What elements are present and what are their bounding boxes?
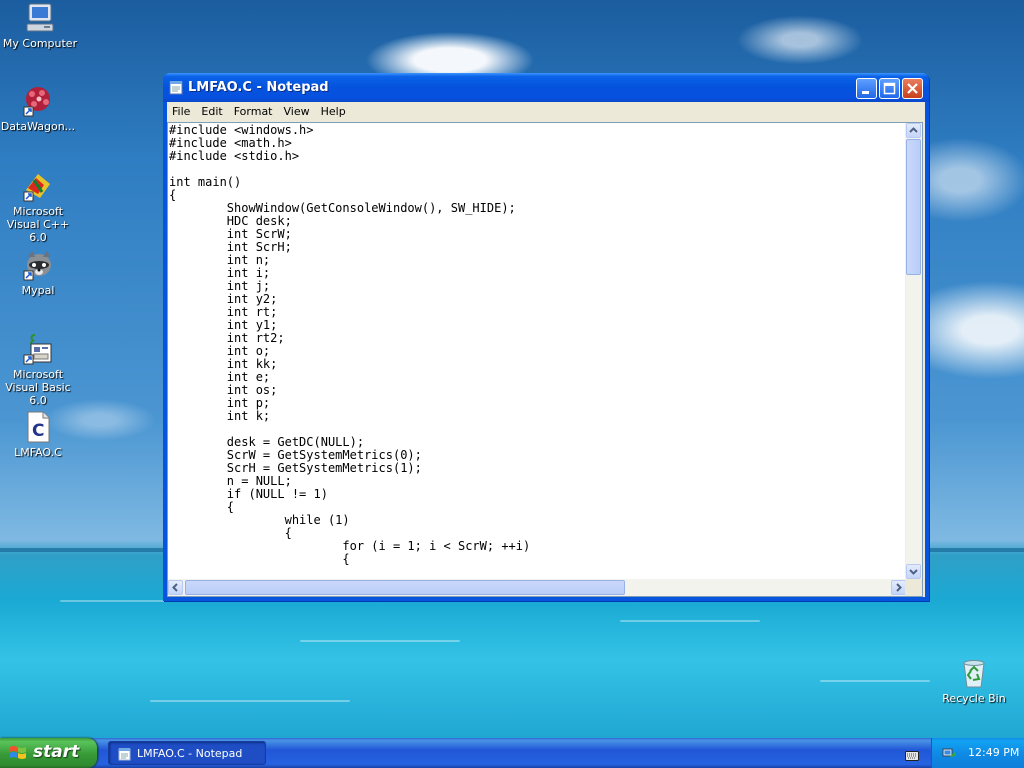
chevron-right-icon: [896, 583, 902, 592]
minimize-icon: [862, 91, 869, 94]
desktop-icon-label: Mypal: [21, 284, 55, 297]
maximize-icon: [883, 82, 896, 95]
code-text[interactable]: #include <windows.h> #include <math.h> #…: [169, 124, 530, 566]
desktop-icon-my-computer[interactable]: My Computer: [0, 2, 80, 50]
mypal-icon: [22, 249, 54, 281]
menu-help[interactable]: Help: [316, 102, 352, 118]
svg-text:C: C: [32, 421, 44, 441]
size-grip[interactable]: [905, 579, 922, 596]
clock: 12:49 PM: [968, 746, 1020, 759]
computer-icon: [24, 2, 56, 34]
desktop-icon-label: Microsoft Visual Basic 6.0: [5, 368, 71, 407]
window-client-area: File Edit Format View Help #include <windows…: [167, 102, 925, 597]
desktop-icon-label: DataWagon...: [0, 120, 76, 133]
keyboard-icon[interactable]: [905, 747, 919, 761]
chevron-left-icon: [172, 583, 178, 592]
menu-view[interactable]: View: [279, 102, 316, 118]
desktop-icon-recycle-bin[interactable]: Recycle Bin: [934, 657, 1014, 705]
menu-edit[interactable]: Edit: [196, 102, 228, 118]
water-shimmer: [620, 620, 760, 622]
desktop-icon-mypal[interactable]: Mypal: [0, 249, 78, 297]
chevron-down-icon: [909, 569, 918, 575]
start-button[interactable]: start: [0, 738, 97, 768]
recycle-bin-icon: [958, 657, 990, 689]
maximize-button[interactable]: [879, 78, 900, 99]
desktop-icon-visual-cpp[interactable]: Microsoft Visual C++ 6.0: [0, 170, 78, 244]
taskbar-button-notepad[interactable]: LMFAO.C - Notepad: [108, 741, 266, 765]
system-tray: 12:49 PM: [931, 738, 1024, 768]
scroll-down-button[interactable]: [906, 564, 921, 579]
notepad-window[interactable]: LMFAO.C - Notepad File Edit Format View Help…: [163, 73, 929, 601]
scroll-up-button[interactable]: [906, 123, 921, 138]
horizontal-scroll-thumb[interactable]: [185, 580, 625, 595]
water-shimmer: [60, 600, 180, 602]
menu-file[interactable]: File: [167, 102, 196, 118]
visual-cpp-icon: [22, 170, 54, 202]
windows-logo-icon: [9, 745, 27, 761]
text-editor[interactable]: #include <windows.h> #include <math.h> #…: [167, 122, 923, 597]
vertical-scroll-thumb[interactable]: [906, 139, 921, 275]
chevron-up-icon: [909, 127, 918, 133]
desktop-icon-visual-basic[interactable]: Microsoft Visual Basic 6.0: [0, 333, 78, 407]
window-title: LMFAO.C - Notepad: [188, 80, 329, 95]
notepad-icon: [169, 80, 183, 95]
taskbar: start LMFAO.C - Notepad 12:49 PM: [0, 738, 1024, 768]
minimize-button[interactable]: [856, 78, 877, 99]
start-label: start: [33, 742, 80, 762]
title-bar[interactable]: LMFAO.C - Notepad: [163, 73, 929, 102]
taskbar-button-label: LMFAO.C - Notepad: [137, 747, 243, 760]
close-button[interactable]: [902, 78, 923, 99]
vertical-scrollbar[interactable]: [905, 123, 922, 579]
close-icon: [907, 83, 918, 94]
desktop-icon-label: Microsoft Visual C++ 6.0: [6, 205, 70, 244]
desktop-icon-lmfao-c[interactable]: C LMFAO.C: [0, 411, 78, 459]
scroll-right-button[interactable]: [891, 580, 906, 595]
scroll-left-button[interactable]: [168, 580, 183, 595]
desktop-icon-label: My Computer: [2, 37, 78, 50]
menu-bar: File Edit Format View Help: [167, 102, 925, 121]
notepad-icon: [118, 746, 131, 761]
desktop-icon-label: LMFAO.C: [14, 446, 62, 459]
water-shimmer: [150, 700, 350, 702]
datawagon-icon: [22, 85, 54, 117]
water-shimmer: [820, 680, 930, 682]
horizontal-scrollbar[interactable]: [168, 579, 906, 596]
desktop-icon-label: Recycle Bin: [942, 692, 1006, 705]
visual-basic-icon: [22, 333, 54, 365]
c-file-icon: C: [22, 411, 54, 443]
water-shimmer: [300, 640, 460, 642]
menu-format[interactable]: Format: [229, 102, 279, 118]
desktop-icon-datawagon[interactable]: DataWagon...: [0, 85, 78, 133]
network-icon[interactable]: [942, 746, 957, 760]
